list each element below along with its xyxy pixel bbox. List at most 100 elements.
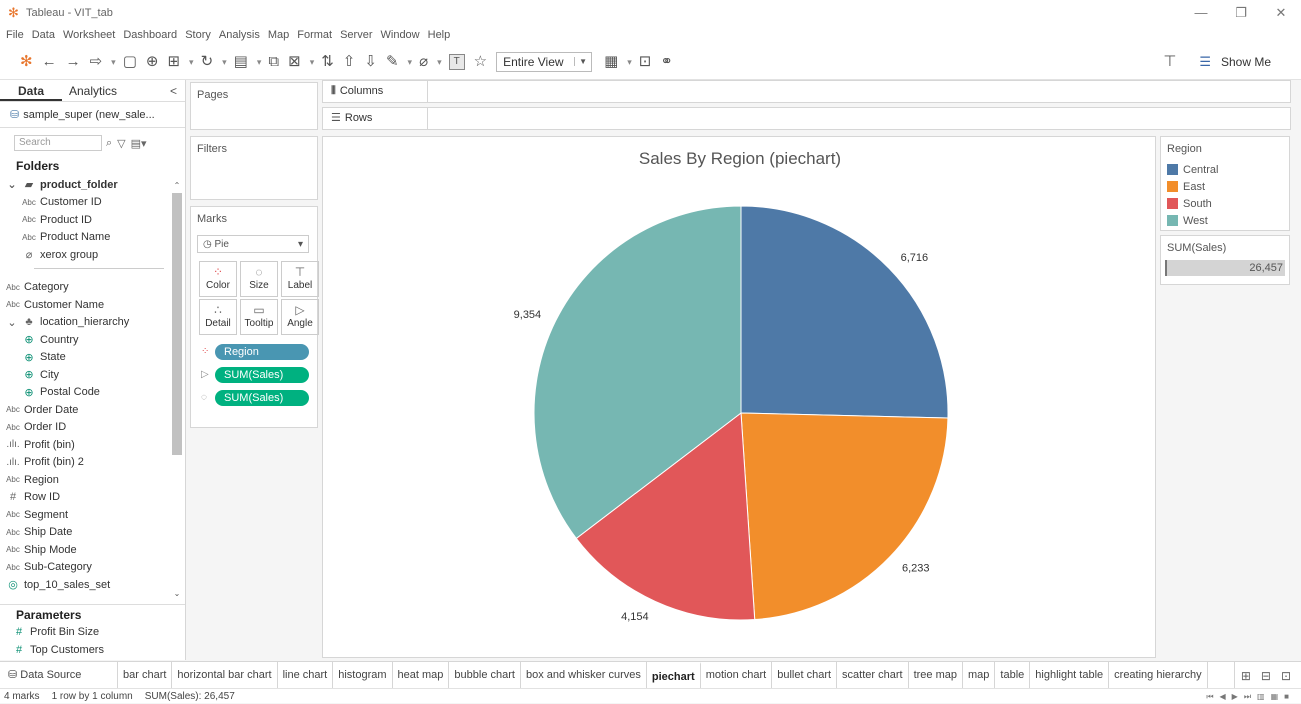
chevron-down-icon[interactable]: ▾ bbox=[310, 52, 315, 72]
pages-card[interactable]: Pages bbox=[190, 82, 318, 130]
sheet-tab[interactable]: highlight table bbox=[1030, 662, 1110, 688]
chevron-down-icon[interactable]: ▾ bbox=[189, 52, 194, 72]
menu-format[interactable]: Format bbox=[297, 29, 332, 41]
rows-shelf[interactable]: ☰ Rows bbox=[322, 107, 1291, 130]
menu-map[interactable]: Map bbox=[268, 29, 289, 41]
group-members-icon[interactable]: ⌀ bbox=[419, 52, 428, 72]
sheet-tab[interactable]: horizontal bar chart bbox=[172, 662, 278, 688]
folder-product[interactable]: ⌄ ▰ product_folder bbox=[0, 176, 185, 194]
field-item[interactable]: Abc Order Date bbox=[0, 401, 185, 419]
sheet-tab[interactable]: line chart bbox=[278, 662, 334, 688]
detail-button[interactable]: ∴ Detail bbox=[199, 299, 237, 335]
menu-analysis[interactable]: Analysis bbox=[219, 29, 260, 41]
sheet-tab[interactable]: table bbox=[995, 662, 1031, 688]
angle-button[interactable]: ▷ Angle bbox=[281, 299, 319, 335]
presentation-mode-icon[interactable]: ⊡ bbox=[639, 52, 652, 72]
view-options-icon[interactable]: ▤▾ bbox=[131, 137, 147, 150]
new-story-icon[interactable]: ⊡ bbox=[1281, 669, 1291, 683]
field-item[interactable]: ⊕ State bbox=[0, 349, 185, 367]
tab-analytics[interactable]: Analytics bbox=[62, 80, 124, 101]
menu-window[interactable]: Window bbox=[381, 29, 420, 41]
show-cards-icon[interactable]: ▦ bbox=[604, 52, 618, 72]
duplicate-sheet-icon[interactable]: ⧉ bbox=[268, 52, 279, 72]
tab-data[interactable]: Data bbox=[0, 80, 62, 101]
swap-rows-columns-icon[interactable]: ⇅ bbox=[321, 52, 334, 72]
fit-view-select[interactable]: Entire View ▼ bbox=[496, 51, 593, 72]
sheet-tab[interactable]: map bbox=[963, 662, 996, 688]
new-datasource-icon[interactable]: ⊕ bbox=[146, 52, 159, 72]
data-pane-scrollbar[interactable]: ⌃ ⌄ bbox=[172, 181, 182, 601]
sheet-tab[interactable]: box and whisker curves bbox=[521, 662, 647, 688]
fix-axes-icon[interactable]: ☆ bbox=[474, 52, 487, 72]
field-item[interactable]: Abc Category bbox=[0, 279, 185, 297]
mark-type-select[interactable]: ◷ Pie ▾ bbox=[197, 235, 309, 253]
collapse-pane-button[interactable]: < bbox=[124, 80, 185, 101]
share-icon[interactable]: ⚭ bbox=[660, 52, 673, 72]
hierarchy-item[interactable]: ⌄ ♣ location_hierarchy bbox=[0, 314, 185, 332]
maximize-button[interactable]: ❐ bbox=[1221, 0, 1261, 26]
sales-size-pill[interactable]: SUM(Sales) bbox=[215, 389, 309, 406]
sheet-tab[interactable]: scatter chart bbox=[837, 662, 909, 688]
chevron-down-icon[interactable]: ▾ bbox=[627, 52, 632, 72]
field-item[interactable]: ⊕ City bbox=[0, 366, 185, 384]
field-item[interactable]: Abc Ship Mode bbox=[0, 541, 185, 559]
field-item[interactable]: ◎ top_10_sales_set bbox=[0, 576, 185, 594]
label-button[interactable]: ⊤ Label bbox=[281, 261, 319, 297]
field-item[interactable]: # Row ID bbox=[0, 489, 185, 507]
refresh-icon[interactable]: ↻ bbox=[201, 52, 214, 72]
field-item[interactable]: Abc Customer ID bbox=[0, 194, 185, 212]
menu-help[interactable]: Help bbox=[428, 29, 451, 41]
minimize-button[interactable]: — bbox=[1181, 0, 1221, 26]
sheet-tab[interactable]: tree map bbox=[909, 662, 963, 688]
highlight-icon[interactable]: ✎ bbox=[386, 52, 399, 72]
tabs-icon[interactable]: ■ bbox=[1284, 689, 1289, 704]
show-me-icon[interactable]: ☰ bbox=[1199, 54, 1211, 70]
datasource-item[interactable]: ⛁ sample_super (new_sale... bbox=[0, 102, 185, 128]
pin-icon[interactable]: ⊤ bbox=[1163, 52, 1176, 72]
sheet-tab[interactable]: bubble chart bbox=[449, 662, 521, 688]
sales-angle-pill[interactable]: SUM(Sales) bbox=[215, 366, 309, 383]
sort-ascending-icon[interactable]: ⇧ bbox=[343, 52, 356, 72]
filmstrip-icon[interactable]: ▥ bbox=[1257, 689, 1265, 704]
menu-server[interactable]: Server bbox=[340, 29, 372, 41]
pie-slice-central[interactable] bbox=[740, 205, 949, 419]
menu-file[interactable]: File bbox=[6, 29, 24, 41]
sheet-tab[interactable]: creating hierarchy bbox=[1109, 662, 1208, 688]
field-item[interactable]: ⊕ Country bbox=[0, 331, 185, 349]
field-item[interactable]: Abc Order ID bbox=[0, 419, 185, 437]
chevron-down-icon[interactable]: ▾ bbox=[437, 52, 442, 72]
legend-item-west[interactable]: West bbox=[1167, 212, 1289, 229]
first-sheet-icon[interactable]: ⏮ bbox=[1206, 689, 1213, 704]
field-item[interactable]: Abc Product ID bbox=[0, 211, 185, 229]
menu-data[interactable]: Data bbox=[32, 29, 55, 41]
parameter-item[interactable]: # Profit Bin Size bbox=[0, 624, 185, 642]
chevron-down-icon[interactable]: ▾ bbox=[408, 52, 413, 72]
field-item[interactable]: Abc Sub-Category bbox=[0, 559, 185, 577]
legend-item-central[interactable]: Central bbox=[1167, 161, 1289, 178]
chevron-down-icon[interactable]: ▾ bbox=[222, 52, 227, 72]
chevron-down-icon[interactable]: ▾ bbox=[257, 52, 262, 72]
sheet-tab[interactable]: bar chart bbox=[118, 662, 173, 688]
parameter-item[interactable]: # Top Customers bbox=[0, 641, 185, 659]
field-item[interactable]: ⊕ Postal Code bbox=[0, 384, 185, 402]
sheet-tab-active[interactable]: piechart bbox=[646, 662, 701, 688]
legend-item-east[interactable]: East bbox=[1167, 178, 1289, 195]
data-source-tab[interactable]: ⛁ Data Source bbox=[0, 662, 118, 688]
save-icon[interactable]: ▢ bbox=[123, 52, 137, 72]
field-item[interactable]: Abc Customer Name bbox=[0, 296, 185, 314]
next-sheet-icon[interactable]: ▶ bbox=[1232, 689, 1238, 704]
new-dashboard-icon[interactable]: ⊟ bbox=[1261, 669, 1271, 683]
pie-slice-east[interactable] bbox=[740, 412, 949, 621]
back-arrow-icon[interactable]: ← bbox=[42, 52, 57, 72]
field-item[interactable]: .ılı. Profit (bin) 2 bbox=[0, 454, 185, 472]
tooltip-button[interactable]: ▭ Tooltip bbox=[240, 299, 278, 335]
legend-item-south[interactable]: South bbox=[1167, 195, 1289, 212]
field-item[interactable]: Abc Region bbox=[0, 471, 185, 489]
sheet-tab[interactable]: motion chart bbox=[701, 662, 773, 688]
sorter-icon[interactable]: ▦ bbox=[1271, 689, 1279, 704]
last-sheet-icon[interactable]: ⏭ bbox=[1244, 689, 1251, 704]
columns-shelf[interactable]: ⦀ Columns bbox=[322, 80, 1291, 103]
filters-card[interactable]: Filters bbox=[190, 136, 318, 200]
size-button[interactable]: ◌ Size bbox=[240, 261, 278, 297]
sort-descending-icon[interactable]: ⇩ bbox=[364, 52, 377, 72]
